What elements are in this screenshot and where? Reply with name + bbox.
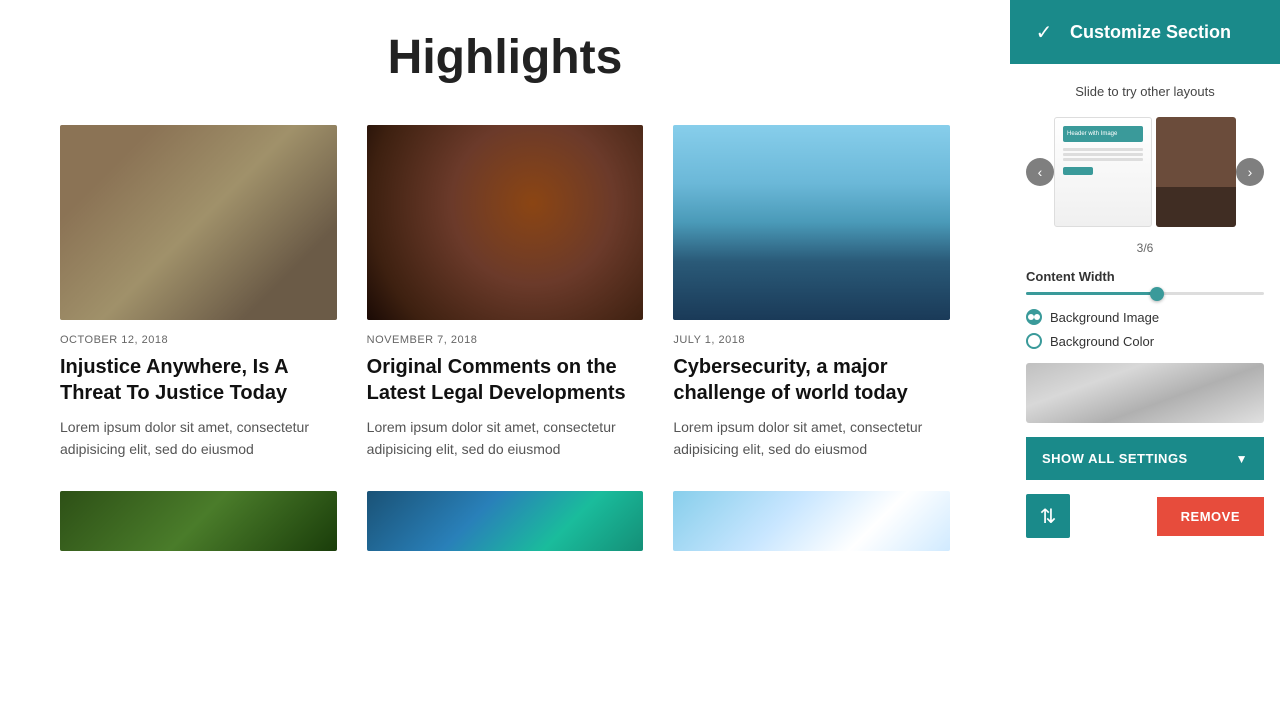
article-date: JULY 1, 2018	[673, 334, 950, 346]
slider-thumb[interactable]	[1150, 287, 1164, 301]
bg-preview-inner	[1026, 363, 1264, 423]
main-content: Highlights OCTOBER 12, 2018 Injustice An…	[0, 0, 1010, 720]
sidebar-title: Customize Section	[1070, 22, 1231, 43]
chevron-down-icon: ▼	[1236, 452, 1248, 466]
article-card: JULY 1, 2018 Cybersecurity, a major chal…	[673, 125, 950, 461]
background-image-radio[interactable]	[1026, 309, 1042, 325]
article-card: OCTOBER 12, 2018 Injustice Anywhere, Is …	[60, 125, 337, 461]
radio-options: Background Image Background Color	[1026, 309, 1264, 349]
sidebar-body: Slide to try other layouts ‹ Header with…	[1010, 64, 1280, 720]
article-title: Injustice Anywhere, Is A Threat To Justi…	[60, 354, 337, 406]
thumbnail-line	[1063, 148, 1143, 151]
remove-button[interactable]: REMOVE	[1157, 497, 1264, 536]
thumbnail-overlay	[1156, 187, 1236, 227]
show-all-settings-button[interactable]: SHOW ALL SETTINGS ▼	[1026, 437, 1264, 480]
background-color-label: Background Color	[1050, 334, 1154, 349]
article-date: OCTOBER 12, 2018	[60, 334, 337, 346]
slide-instruction: Slide to try other layouts	[1026, 80, 1264, 103]
background-preview[interactable]	[1026, 363, 1264, 423]
background-image-option[interactable]: Background Image	[1026, 309, 1264, 325]
background-color-option[interactable]: Background Color	[1026, 333, 1264, 349]
bottom-image	[673, 491, 950, 551]
thumbnail-btn	[1063, 167, 1093, 175]
page-title: Highlights	[60, 0, 950, 125]
layout-thumbnails: ‹ Header with Image ›	[1026, 117, 1264, 227]
article-excerpt: Lorem ipsum dolor sit amet, consectetur …	[367, 416, 644, 461]
thumbnail-line	[1063, 158, 1143, 161]
layout-thumbnail-1[interactable]: Header with Image	[1054, 117, 1152, 227]
article-image	[60, 125, 337, 320]
article-card: NOVEMBER 7, 2018 Original Comments on th…	[367, 125, 644, 461]
thumbnail-body	[1063, 148, 1143, 175]
sidebar-panel: ✓ Customize Section Slide to try other l…	[1010, 0, 1280, 720]
bottom-actions: ⇅ REMOVE	[1026, 494, 1264, 538]
slider-container	[1026, 292, 1264, 295]
layout-counter: 3/6	[1026, 241, 1264, 255]
articles-grid: OCTOBER 12, 2018 Injustice Anywhere, Is …	[60, 125, 950, 461]
article-title: Original Comments on the Latest Legal De…	[367, 354, 644, 406]
slider-fill	[1026, 292, 1157, 295]
bottom-row	[60, 491, 950, 551]
bottom-image	[367, 491, 644, 551]
background-image-label: Background Image	[1050, 310, 1159, 325]
article-image	[367, 125, 644, 320]
content-width-setting: Content Width	[1026, 269, 1264, 295]
sidebar-header: ✓ Customize Section	[1010, 0, 1280, 64]
article-title: Cybersecurity, a major challenge of worl…	[673, 354, 950, 406]
thumbnail-line	[1063, 153, 1143, 156]
background-color-radio[interactable]	[1026, 333, 1042, 349]
bottom-image	[60, 491, 337, 551]
article-excerpt: Lorem ipsum dolor sit amet, consectetur …	[673, 416, 950, 461]
article-date: NOVEMBER 7, 2018	[367, 334, 644, 346]
article-image	[673, 125, 950, 320]
swap-button[interactable]: ⇅	[1026, 494, 1070, 538]
next-layout-button[interactable]: ›	[1236, 158, 1264, 186]
thumbnail-header: Header with Image	[1063, 126, 1143, 142]
prev-layout-button[interactable]: ‹	[1026, 158, 1054, 186]
show-settings-label: SHOW ALL SETTINGS	[1042, 451, 1188, 466]
thumbnails-container: Header with Image	[1054, 117, 1236, 227]
check-icon[interactable]: ✓	[1030, 18, 1058, 46]
content-width-label: Content Width	[1026, 269, 1264, 284]
layout-thumbnail-2[interactable]	[1156, 117, 1236, 227]
article-excerpt: Lorem ipsum dolor sit amet, consectetur …	[60, 416, 337, 461]
content-width-slider[interactable]	[1026, 292, 1264, 295]
